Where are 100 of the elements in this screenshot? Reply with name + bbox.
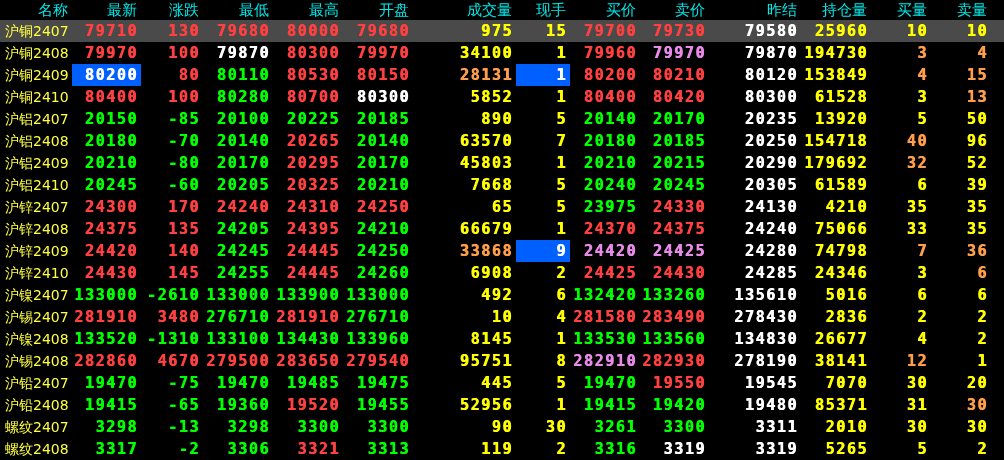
column-header[interactable]: 名称: [0, 0, 72, 20]
table-cell: 74798: [814, 243, 868, 259]
column-header[interactable]: 最低: [203, 0, 273, 20]
table-cell: 3316: [594, 441, 637, 457]
table-cell: 23975: [583, 199, 637, 215]
table-cell: 38141: [814, 353, 868, 369]
table-cell: 7: [917, 243, 928, 259]
table-cell: -75: [168, 375, 200, 391]
contract-name: 螺纹2407: [4, 418, 70, 437]
table-cell: 39: [966, 177, 988, 193]
table-cell: 19545: [744, 375, 798, 391]
column-header[interactable]: 买价: [570, 0, 640, 20]
table-cell: 24346: [814, 265, 868, 281]
table-cell: 80400: [583, 89, 637, 105]
table-cell: 31: [906, 397, 928, 413]
column-header[interactable]: 涨跌: [141, 0, 203, 20]
contract-name: 沪铝2409: [4, 154, 70, 173]
table-cell: 5: [556, 111, 567, 127]
table-cell: 3480: [157, 309, 200, 325]
table-cell: 80200: [583, 67, 637, 83]
table-cell: 24330: [652, 199, 706, 215]
table-cell: 279500: [206, 353, 270, 369]
table-cell: 3: [917, 265, 928, 281]
table-cell: 975: [481, 23, 513, 39]
table-cell: 80120: [744, 67, 798, 83]
table-cell: 19485: [286, 375, 340, 391]
column-header[interactable]: 开盘: [343, 0, 413, 20]
table-cell: 24395: [286, 221, 340, 237]
table-cell: 24425: [652, 243, 706, 259]
table-cell: 45803: [459, 155, 513, 171]
column-header[interactable]: 现手: [516, 0, 570, 20]
table-cell: 24285: [744, 265, 798, 281]
table-cell: 3319: [755, 441, 798, 457]
table-cell: 890: [481, 111, 513, 127]
contract-name: 沪铜2407: [4, 22, 70, 41]
table-cell: 79960: [583, 45, 637, 61]
column-header[interactable]: 最高: [273, 0, 343, 20]
table-cell: 24430: [652, 265, 706, 281]
table-cell: 79680: [356, 23, 410, 39]
table-cell: 80400: [84, 89, 138, 105]
table-cell: 100: [168, 89, 200, 105]
table-cell: 30: [966, 419, 988, 435]
table-cell: 61528: [814, 89, 868, 105]
table-cell: 133100: [206, 331, 270, 347]
table-cell: -2: [178, 441, 200, 457]
table-cell: 24280: [744, 243, 798, 259]
table-cell: 282910: [573, 353, 637, 369]
contract-name: 沪锡2407: [4, 308, 70, 327]
table-cell: 2: [977, 441, 988, 457]
table-cell: 5: [556, 199, 567, 215]
column-header[interactable]: 最新: [72, 0, 141, 20]
table-cell: 2836: [825, 309, 868, 325]
table-cell: 20225: [286, 111, 340, 127]
table-cell: 3300: [367, 419, 410, 435]
table-cell: 20140: [356, 133, 410, 149]
column-header[interactable]: 买量: [871, 0, 931, 20]
column-header[interactable]: 卖量: [931, 0, 991, 20]
table-cell: 30: [906, 419, 928, 435]
contract-name: 沪铜2409: [4, 66, 70, 85]
table-cell: 20: [966, 375, 988, 391]
table-cell: 35: [966, 221, 988, 237]
table-cell: 20215: [652, 155, 706, 171]
table-cell: 6908: [470, 265, 513, 281]
table-cell: 2010: [825, 419, 868, 435]
table-cell: 1: [556, 89, 567, 105]
column-header[interactable]: 卖价: [640, 0, 709, 20]
table-cell: 19470: [84, 375, 138, 391]
table-cell: 24310: [286, 199, 340, 215]
table-row[interactable]: 沪铜2407 79710 130 79680 80000 79680 975 15 79700 79730 79580 25960 10 10: [0, 20, 1004, 42]
contract-name: 沪锌2410: [4, 264, 70, 283]
table-cell: 278190: [734, 353, 798, 369]
table-cell: 5: [917, 441, 928, 457]
table-cell: 170: [168, 199, 200, 215]
table-cell: 80000: [286, 23, 340, 39]
table-cell: 1: [556, 155, 567, 171]
table-cell: 1: [556, 67, 567, 83]
column-header[interactable]: 成交量: [413, 0, 516, 20]
table-cell: 133560: [642, 331, 706, 347]
table-cell: 145: [168, 265, 200, 281]
table-cell: 20290: [744, 155, 798, 171]
table-cell: 133000: [206, 287, 270, 303]
table-cell: -2610: [146, 287, 200, 303]
table-cell: 52: [966, 155, 988, 171]
table-cell: 24445: [286, 265, 340, 281]
column-header[interactable]: 昨结: [709, 0, 801, 20]
table-cell: 100: [168, 45, 200, 61]
table-cell: 24375: [84, 221, 138, 237]
table-cell: 20305: [744, 177, 798, 193]
table-cell: 492: [481, 287, 513, 303]
table-cell: 80150: [356, 67, 410, 83]
table-cell: 24255: [216, 265, 270, 281]
column-header[interactable]: 持仓量: [801, 0, 871, 20]
table-cell: 20210: [583, 155, 637, 171]
table-cell: 19520: [286, 397, 340, 413]
table-cell: 28131: [459, 67, 513, 83]
table-cell: 10: [966, 23, 988, 39]
table-cell: 135610: [734, 287, 798, 303]
table-cell: 79580: [744, 23, 798, 39]
table-cell: 19550: [652, 375, 706, 391]
table-cell: 134430: [276, 331, 340, 347]
